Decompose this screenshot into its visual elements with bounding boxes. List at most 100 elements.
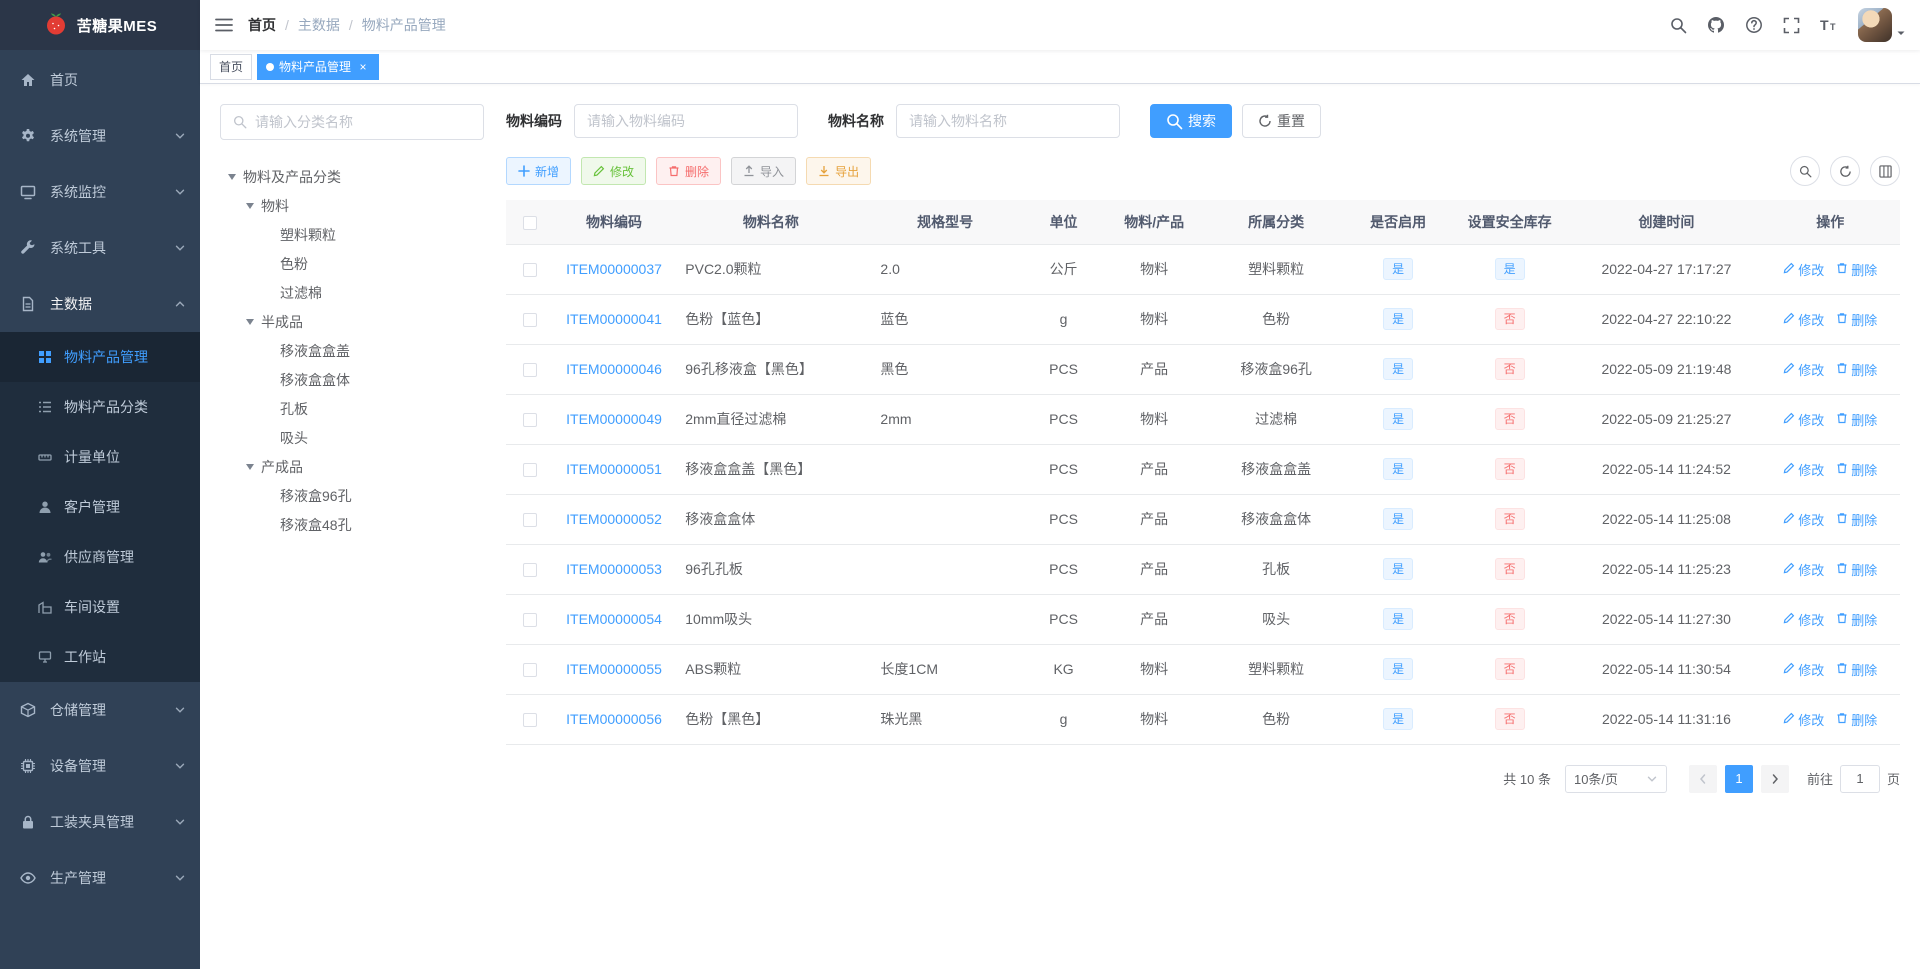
- sidebar-item-5[interactable]: 仓储管理: [0, 682, 200, 738]
- breadcrumb-item-1[interactable]: 主数据: [298, 15, 340, 35]
- reset-button[interactable]: 重置: [1242, 104, 1321, 138]
- tree-node[interactable]: 移液盒96孔: [220, 481, 484, 510]
- tab-1[interactable]: 物料产品管理 ×: [257, 53, 380, 80]
- caret-down-icon[interactable]: [246, 318, 254, 325]
- page-size-select[interactable]: 10条/页: [1564, 764, 1667, 793]
- add-button[interactable]: 新增: [506, 157, 572, 185]
- columns-button[interactable]: [1870, 156, 1900, 186]
- github-icon[interactable]: [1697, 0, 1735, 50]
- font-size-icon[interactable]: TT: [1810, 0, 1848, 50]
- close-icon[interactable]: ×: [356, 60, 370, 74]
- material-code-link[interactable]: ITEM00000052: [566, 511, 662, 527]
- refresh-table-button[interactable]: [1830, 156, 1860, 186]
- row-checkbox[interactable]: [523, 663, 538, 678]
- user-menu[interactable]: [1858, 8, 1906, 42]
- material-code-link[interactable]: ITEM00000054: [566, 611, 662, 627]
- row-edit-link[interactable]: 修改: [1783, 410, 1824, 429]
- category-search-input[interactable]: [255, 114, 471, 130]
- row-delete-link[interactable]: 删除: [1836, 310, 1877, 329]
- material-code-link[interactable]: ITEM00000051: [566, 461, 662, 477]
- name-filter-input[interactable]: [896, 104, 1120, 138]
- sidebar-subitem-4-6[interactable]: 工作站: [0, 632, 200, 682]
- row-checkbox[interactable]: [523, 613, 538, 628]
- row-edit-link[interactable]: 修改: [1783, 460, 1824, 479]
- caret-down-icon[interactable]: [228, 173, 236, 180]
- row-delete-link[interactable]: 删除: [1836, 710, 1877, 729]
- tree-node[interactable]: 物料及产品分类: [220, 162, 484, 191]
- sidebar-item-1[interactable]: 系统管理: [0, 108, 200, 164]
- tree-node[interactable]: 半成品: [220, 307, 484, 336]
- sidebar-item-7[interactable]: 工装夹具管理: [0, 794, 200, 850]
- column-header[interactable]: 设置安全库存: [1446, 200, 1573, 245]
- material-code-link[interactable]: ITEM00000056: [566, 711, 662, 727]
- caret-down-icon[interactable]: [246, 463, 254, 470]
- row-checkbox[interactable]: [523, 413, 538, 428]
- row-checkbox[interactable]: [523, 563, 538, 578]
- sidebar-subitem-4-4[interactable]: 供应商管理: [0, 532, 200, 582]
- row-delete-link[interactable]: 删除: [1836, 460, 1877, 479]
- tree-node[interactable]: 色粉: [220, 249, 484, 278]
- row-checkbox[interactable]: [523, 313, 538, 328]
- material-code-link[interactable]: ITEM00000041: [566, 311, 662, 327]
- tree-node[interactable]: 产成品: [220, 452, 484, 481]
- next-page-button[interactable]: [1760, 764, 1789, 793]
- row-delete-link[interactable]: 删除: [1836, 260, 1877, 279]
- column-header[interactable]: 规格型号: [868, 200, 1022, 245]
- column-header[interactable]: 创建时间: [1572, 200, 1761, 245]
- code-filter-input[interactable]: [574, 104, 798, 138]
- material-code-link[interactable]: ITEM00000037: [566, 261, 662, 277]
- sidebar-item-2[interactable]: 系统监控: [0, 164, 200, 220]
- row-delete-link[interactable]: 删除: [1836, 660, 1877, 679]
- column-header[interactable]: 物料编码: [554, 200, 674, 245]
- select-all-checkbox[interactable]: [523, 215, 538, 230]
- row-edit-link[interactable]: 修改: [1783, 710, 1824, 729]
- search-icon[interactable]: [1660, 0, 1697, 50]
- sidebar-subitem-4-2[interactable]: 计量单位: [0, 432, 200, 482]
- breadcrumb-item-0[interactable]: 首页: [248, 15, 276, 35]
- row-checkbox[interactable]: [523, 363, 538, 378]
- app-logo[interactable]: 苦糖果MES: [0, 0, 200, 50]
- row-delete-link[interactable]: 删除: [1836, 560, 1877, 579]
- material-code-link[interactable]: ITEM00000053: [566, 561, 662, 577]
- goto-page-input[interactable]: [1839, 764, 1880, 793]
- tree-node[interactable]: 移液盒48孔: [220, 510, 484, 539]
- delete-button[interactable]: 删除: [656, 157, 722, 185]
- import-button[interactable]: 导入: [731, 157, 797, 185]
- caret-down-icon[interactable]: [246, 202, 254, 209]
- row-edit-link[interactable]: 修改: [1783, 360, 1824, 379]
- tree-node[interactable]: 塑料颗粒: [220, 220, 484, 249]
- column-header[interactable]: 单位: [1021, 200, 1106, 245]
- column-header[interactable]: 是否启用: [1349, 200, 1447, 245]
- row-edit-link[interactable]: 修改: [1783, 560, 1824, 579]
- row-edit-link[interactable]: 修改: [1783, 610, 1824, 629]
- column-header[interactable]: 所属分类: [1202, 200, 1350, 245]
- material-code-link[interactable]: ITEM00000055: [566, 661, 662, 677]
- row-edit-link[interactable]: 修改: [1783, 660, 1824, 679]
- row-delete-link[interactable]: 删除: [1836, 360, 1877, 379]
- column-header[interactable]: 物料名称: [673, 200, 869, 245]
- sidebar-item-3[interactable]: 系统工具: [0, 220, 200, 276]
- row-checkbox[interactable]: [523, 463, 538, 478]
- hamburger-icon[interactable]: [200, 0, 248, 50]
- tree-node[interactable]: 吸头: [220, 423, 484, 452]
- sidebar-item-8[interactable]: 生产管理: [0, 850, 200, 906]
- toggle-search-button[interactable]: [1790, 156, 1820, 186]
- prev-page-button[interactable]: [1688, 764, 1717, 793]
- row-checkbox[interactable]: [523, 713, 538, 728]
- row-edit-link[interactable]: 修改: [1783, 260, 1824, 279]
- tree-node[interactable]: 过滤棉: [220, 278, 484, 307]
- sidebar-subitem-4-0[interactable]: 物料产品管理: [0, 332, 200, 382]
- row-delete-link[interactable]: 删除: [1836, 610, 1877, 629]
- column-header[interactable]: 物料/产品: [1105, 200, 1203, 245]
- edit-button[interactable]: 修改: [581, 157, 647, 185]
- sidebar-item-0[interactable]: 首页: [0, 52, 200, 108]
- avatar[interactable]: [1858, 8, 1892, 42]
- column-header[interactable]: 操作: [1760, 200, 1900, 245]
- row-edit-link[interactable]: 修改: [1783, 510, 1824, 529]
- material-code-link[interactable]: ITEM00000049: [566, 411, 662, 427]
- tree-node[interactable]: 移液盒盒体: [220, 365, 484, 394]
- sidebar-subitem-4-1[interactable]: 物料产品分类: [0, 382, 200, 432]
- search-button[interactable]: 搜索: [1150, 104, 1232, 138]
- fullscreen-icon[interactable]: [1773, 0, 1810, 50]
- row-delete-link[interactable]: 删除: [1836, 410, 1877, 429]
